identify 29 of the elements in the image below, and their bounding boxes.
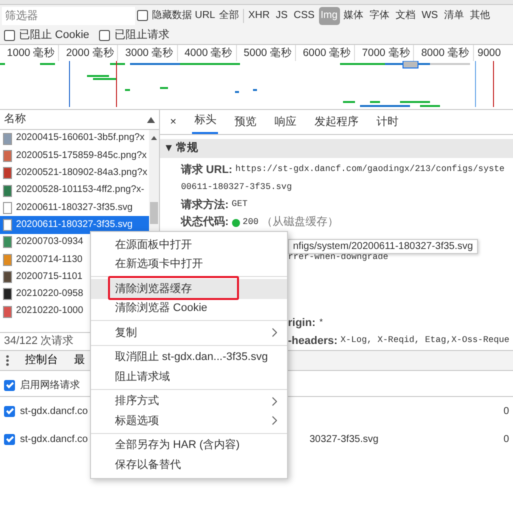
- header-value: *: [318, 316, 324, 330]
- time-tick: 1000 毫秒: [0, 45, 60, 61]
- header-value: 00611-180327-3f35.svg: [181, 180, 292, 194]
- header-value: X-Log, X-Reqid, Etag,X-Oss-Reque: [340, 334, 510, 348]
- header-name: 请求 URL:: [181, 162, 232, 178]
- header-name: -headers:: [288, 334, 338, 349]
- header-name: 请求方法:: [181, 198, 229, 213]
- size-text: 0: [503, 432, 509, 446]
- blocked-pattern: 30327-3f35.svg: [309, 432, 378, 446]
- header-value: rrer-when-downgrade: [288, 252, 388, 264]
- time-tick: 4000 毫秒: [178, 45, 237, 61]
- header-value: 200: [242, 216, 259, 229]
- checkbox-label: 已阻止请求: [114, 28, 170, 44]
- time-tick: 5000 毫秒: [236, 45, 296, 61]
- header-value: GET: [232, 198, 248, 212]
- header-value: https://st-gdx.dancf.com/gaodingx/213/configs/syste: [235, 163, 505, 176]
- blocked-pattern: st-gdx.dancf.co: [20, 432, 88, 446]
- header-name: rigin:: [288, 316, 316, 332]
- checkbox-label: 隐藏数据 URL: [152, 8, 216, 24]
- header-name: 状态代码:: [181, 214, 229, 230]
- checkbox-label: 启用网络请求: [20, 378, 80, 393]
- size-text: 0: [503, 404, 509, 418]
- time-tick: 9000: [476, 46, 502, 61]
- tooltip: nfigs/system/20200611-180327-3f35.svg: [288, 239, 478, 254]
- time-tick: 6000 毫秒: [296, 45, 356, 61]
- checkbox-label: 已阻止 Cookie: [19, 28, 90, 44]
- blocked-pattern: st-gdx.dancf.co: [20, 404, 88, 418]
- time-tick: 3000 毫秒: [118, 45, 178, 61]
- status-note: （从磁盘缓存）: [262, 215, 339, 230]
